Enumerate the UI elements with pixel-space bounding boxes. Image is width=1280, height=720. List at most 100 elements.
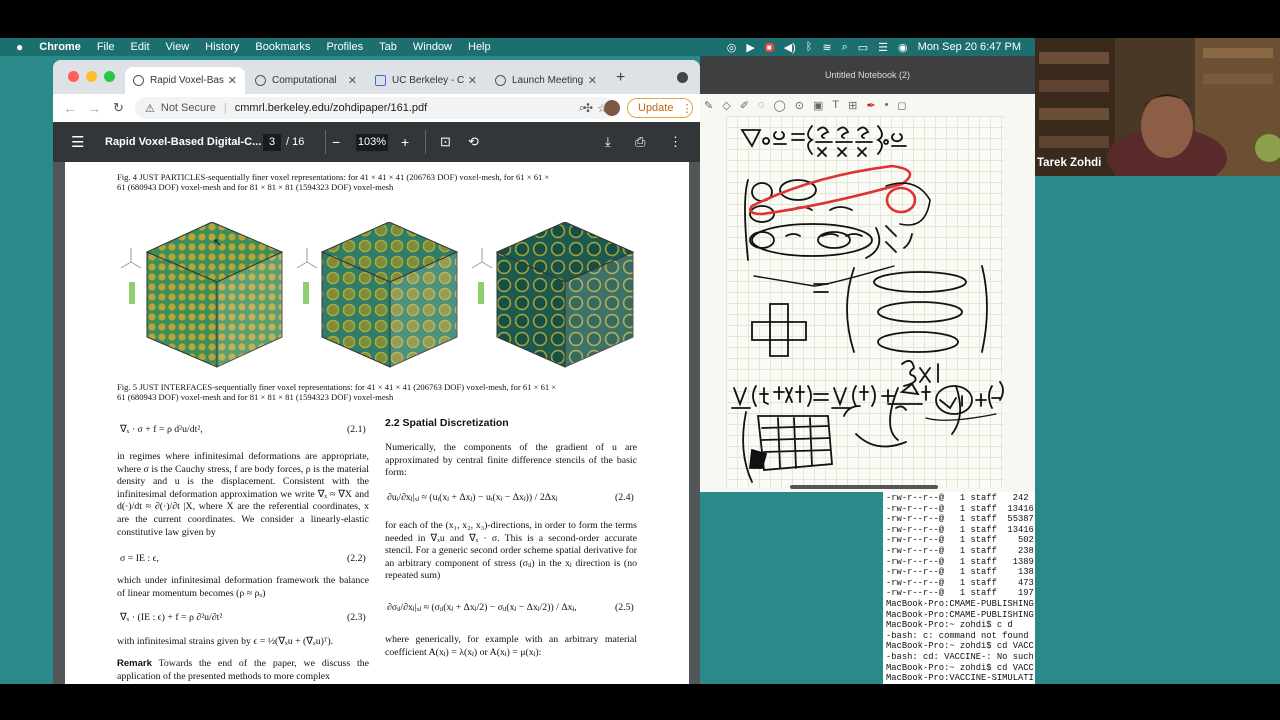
- menu-view[interactable]: View: [166, 41, 190, 53]
- webcam-video: [1035, 38, 1280, 176]
- notebook-scrollbar[interactable]: [790, 485, 938, 489]
- close-window-button[interactable]: [68, 71, 79, 82]
- update-button[interactable]: Update ⋮: [627, 98, 693, 118]
- menu-help[interactable]: Help: [468, 41, 491, 53]
- pdf-viewport[interactable]: Fig. 4 JUST PARTICLES-sequentially finer…: [53, 162, 700, 684]
- globe-icon: [255, 75, 266, 86]
- ink-pen-icon[interactable]: ✒: [866, 99, 875, 112]
- address-bar[interactable]: ⚠ Not Secure | cmmrl.berkeley.edu/zohdip…: [135, 97, 615, 119]
- page-number-input[interactable]: 3: [263, 134, 281, 151]
- paragraph: with infinitesimal strains given by ϵ = …: [117, 636, 334, 647]
- terminal-window[interactable]: -rw-r--r--@ 1 staff 242 -rw-r--r--@ 1 sta…: [883, 492, 1035, 684]
- notebook-tool-row: ✎ ◇ ✐ ◌ ◯ ⊙ ▣ T ⊞ ✒ • ◻: [700, 96, 1035, 114]
- control-center-icon[interactable]: ☰: [878, 41, 888, 54]
- menu-icon[interactable]: ☰: [71, 133, 84, 151]
- image-icon[interactable]: ▣: [813, 99, 823, 112]
- url-text[interactable]: cmmrl.berkeley.edu/zohdipaper/161.pdf: [235, 102, 427, 114]
- more-icon: ⋮: [681, 102, 693, 115]
- tab-search-icon[interactable]: [677, 72, 688, 83]
- highlighter-icon[interactable]: ✐: [740, 99, 749, 112]
- back-icon[interactable]: ←: [63, 100, 77, 116]
- terminal-line: -rw-r--r--@ 1 staff 13416: [886, 503, 1034, 514]
- equation-number: (2.1): [347, 424, 366, 435]
- scan-icon[interactable]: ⊞: [848, 99, 857, 112]
- axis-triad-2: [296, 248, 318, 269]
- equation-2-1: ∇ₓ · σ + f = ρ d²u/dt²,: [120, 424, 203, 435]
- more-tools-icon[interactable]: •: [885, 99, 889, 111]
- rotate-icon[interactable]: ⟲: [468, 134, 479, 150]
- sticker-icon[interactable]: ⊙: [795, 99, 804, 112]
- siri-icon[interactable]: ◉: [898, 41, 908, 54]
- minimize-window-button[interactable]: [86, 71, 97, 82]
- terminal-line: -rw-r--r--@ 1 staff 242: [886, 493, 1029, 503]
- warning-icon[interactable]: ⚠: [145, 102, 155, 115]
- lasso-icon[interactable]: ◌: [758, 99, 765, 111]
- calendar-icon: [375, 75, 386, 86]
- webcam-scene: [1035, 38, 1280, 176]
- menu-edit[interactable]: Edit: [131, 41, 150, 53]
- close-tab-icon[interactable]: ✕: [228, 74, 237, 87]
- terminal-line: -rw-r--r--@ 1 staff 502: [886, 535, 1034, 546]
- handwritten-notes: [731, 125, 1004, 483]
- tab-rapid-voxel[interactable]: Rapid Voxel-Bas ✕: [125, 67, 245, 94]
- equation-2-5: ∂σᵢⱼ/∂xⱼ|ₓⱼ ≈ (σᵢⱼ(xⱼ + Δxⱼ/2) − σᵢⱼ(xⱼ …: [387, 602, 577, 613]
- download-icon[interactable]: ⤓: [605, 134, 611, 150]
- print-icon[interactable]: ⎙: [635, 134, 645, 150]
- pen-icon[interactable]: ✎: [704, 99, 713, 112]
- shape-icon[interactable]: ◯: [773, 99, 785, 112]
- more-options-icon[interactable]: ⋮: [669, 134, 682, 150]
- close-tab-icon[interactable]: ✕: [588, 74, 597, 87]
- zoom-in-icon[interactable]: +: [401, 134, 409, 150]
- tab-launch-meeting[interactable]: Launch Meeting ✕: [487, 67, 605, 94]
- eraser-icon[interactable]: ◇: [722, 99, 730, 112]
- zoom-level-input[interactable]: 103%: [356, 134, 388, 151]
- menu-history[interactable]: History: [205, 41, 239, 53]
- forward-icon[interactable]: →: [87, 100, 101, 116]
- paragraph: Numerically, the components of the gradi…: [385, 442, 637, 479]
- color-swatch-icon[interactable]: ◻: [897, 99, 906, 112]
- text-icon[interactable]: T: [832, 99, 839, 111]
- page-total: / 16: [286, 136, 305, 148]
- zoom-out-icon[interactable]: −: [332, 134, 340, 150]
- volume-icon[interactable]: ◀): [784, 41, 796, 54]
- menu-bookmarks[interactable]: Bookmarks: [255, 41, 310, 53]
- zoom-status-icon[interactable]: ■: [764, 42, 774, 52]
- equation-2-4: ∂uᵢ/∂xⱼ|ₓⱼ ≈ (uᵢ(xⱼ + Δxⱼ) − uᵢ(xⱼ − Δxⱼ…: [387, 492, 558, 503]
- menu-profiles[interactable]: Profiles: [326, 41, 363, 53]
- axis-triad-1: [120, 248, 142, 269]
- close-tab-icon[interactable]: ✕: [348, 74, 357, 87]
- tab-uc-berkeley[interactable]: UC Berkeley - C ✕: [367, 67, 485, 94]
- notebook-page[interactable]: [726, 116, 1004, 488]
- paragraph: where generically, for example with an a…: [385, 634, 637, 658]
- menu-window[interactable]: Window: [413, 41, 452, 53]
- battery-icon[interactable]: ▭: [858, 41, 868, 54]
- play-icon[interactable]: ▶: [746, 41, 754, 54]
- pdf-title: Rapid Voxel-Based Digital-C...: [105, 136, 262, 148]
- terminal-line: -rw-r--r--@ 1 staff 55387: [886, 514, 1034, 525]
- zoom-window-button[interactable]: [104, 71, 115, 82]
- reload-icon[interactable]: ↻: [113, 100, 124, 116]
- terminal-line: -bash: cd: VACCINE-: No such: [886, 651, 1034, 662]
- wifi-off-icon[interactable]: ≋: [822, 41, 831, 54]
- chrome-window: Rapid Voxel-Bas ✕ Computational ✕ UC Ber…: [53, 60, 700, 684]
- terminal-line: -bash: c: command not found: [886, 630, 1029, 641]
- fit-page-icon[interactable]: ⊡: [440, 134, 451, 150]
- menu-tab[interactable]: Tab: [379, 41, 397, 53]
- menu-file[interactable]: File: [97, 41, 115, 53]
- extensions-icon[interactable]: ✣: [583, 101, 593, 115]
- search-icon[interactable]: ⌕: [842, 41, 848, 54]
- menu-app-name[interactable]: Chrome: [39, 41, 81, 53]
- new-tab-icon[interactable]: +: [616, 69, 625, 87]
- tab-strip: Rapid Voxel-Bas ✕ Computational ✕ UC Ber…: [53, 60, 700, 94]
- divider: |: [223, 102, 227, 114]
- terminal-line: -rw-r--r--@ 1 staff 473: [886, 577, 1034, 588]
- tab-computational[interactable]: Computational ✕: [247, 67, 365, 94]
- menu-clock[interactable]: Mon Sep 20 6:47 PM: [918, 41, 1021, 53]
- colorbar-1: [129, 282, 135, 304]
- profile-avatar[interactable]: [604, 100, 620, 116]
- close-tab-icon[interactable]: ✕: [468, 74, 477, 87]
- apple-icon[interactable]: ●: [16, 40, 23, 54]
- bluetooth-icon[interactable]: ᛒ: [806, 41, 813, 53]
- creative-cloud-icon[interactable]: ◎: [727, 41, 737, 54]
- notebook-titlebar: Untitled Notebook (2): [700, 56, 1035, 94]
